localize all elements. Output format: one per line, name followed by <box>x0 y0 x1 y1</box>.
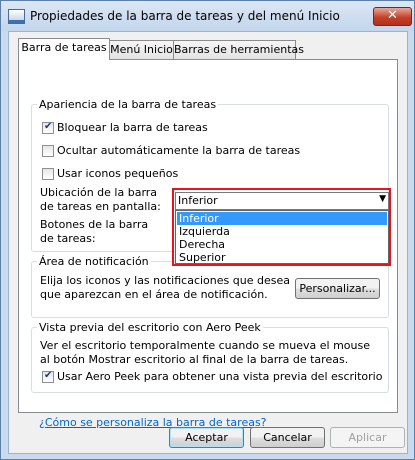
customize-button[interactable]: Personalizar... <box>295 278 380 299</box>
notification-description: Elija los iconos y las notificaciones qu… <box>40 274 290 301</box>
small-icons-label[interactable]: Usar iconos pequeños <box>57 167 178 180</box>
cancel-button[interactable]: Cancelar <box>250 427 325 448</box>
aero-peek-checkbox[interactable] <box>42 370 54 383</box>
lock-taskbar-label[interactable]: Bloquear la barra de tareas <box>57 121 208 134</box>
autohide-checkbox[interactable] <box>42 145 54 157</box>
small-icons-checkbox[interactable] <box>42 168 54 180</box>
tab-barras-de-herramientas[interactable]: Barras de herramientas <box>173 40 304 59</box>
window-title: Propiedades de la barra de tareas y del … <box>30 9 340 23</box>
dialog-window: Propiedades de la barra de tareas y del … <box>0 0 415 460</box>
autohide-label[interactable]: Ocultar automáticamente la barra de tare… <box>57 144 300 157</box>
aero-peek-group-title: Vista previa del escritorio con Aero Pee… <box>37 321 263 334</box>
title-bar[interactable]: Propiedades de la barra de tareas y del … <box>1 1 414 31</box>
appearance-group-title: Apariencia de la barra de tareas <box>37 98 219 111</box>
tab-barra-de-tareas[interactable]: Barra de tareas <box>18 38 110 60</box>
apply-button[interactable]: Aplicar <box>330 427 405 448</box>
taskbar-properties-icon <box>8 9 25 24</box>
buttons-label: Botones de la barra de tareas: <box>40 218 149 245</box>
close-button[interactable]: ✕ <box>373 7 412 26</box>
location-label: Ubicación de la barra de tareas en panta… <box>40 186 161 213</box>
accept-button[interactable]: Aceptar <box>169 427 244 448</box>
notification-group-title: Área de notificación <box>37 255 151 268</box>
aero-peek-label[interactable]: Usar Aero Peek para obtener una vista pr… <box>57 370 382 383</box>
tab-menu-inicio[interactable]: Menú Inicio <box>108 40 175 59</box>
dialog-client-area: Barra de tareas Menú Inicio Barras de he… <box>8 31 408 454</box>
lock-taskbar-checkbox[interactable] <box>42 121 54 134</box>
aero-peek-description: Ver el escritorio temporalmente cuando s… <box>40 339 370 366</box>
highlight-box <box>172 188 391 266</box>
